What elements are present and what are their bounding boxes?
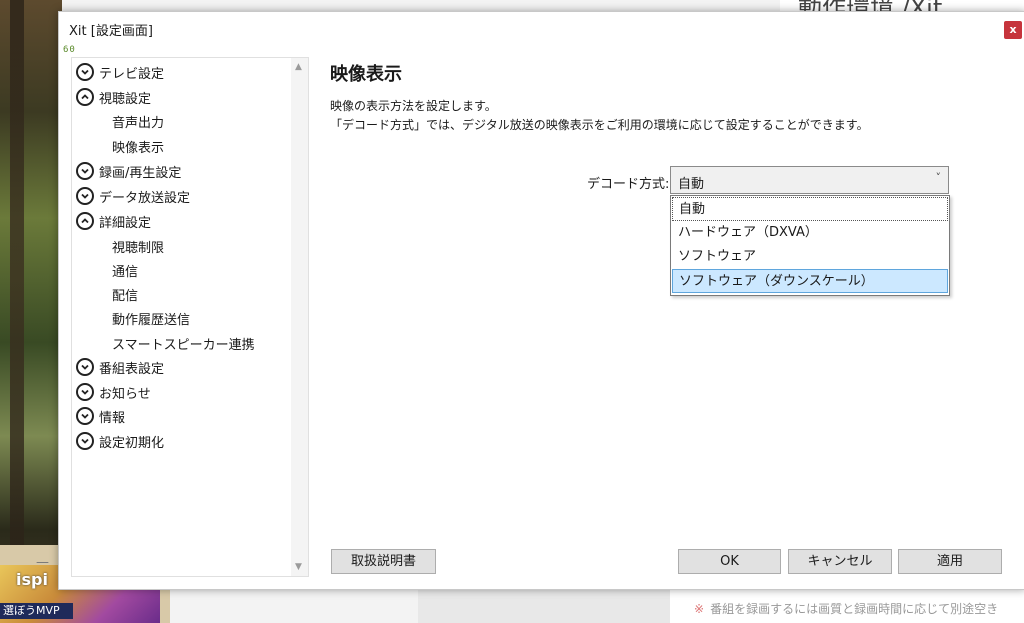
nav-item-notices[interactable]: お知らせ — [76, 381, 151, 403]
nav-sub-history-send[interactable]: 動作履歴送信 — [112, 309, 190, 328]
expand-chevron-down-icon[interactable] — [76, 383, 94, 401]
nav-item-info[interactable]: 情報 — [76, 405, 125, 427]
option-software-downscale[interactable]: ソフトウェア（ダウンスケール） — [672, 269, 948, 293]
option-auto[interactable]: 自動 — [672, 197, 948, 221]
background-note: ※ 番組を録画するには画質と録画時間に応じて別途空き — [694, 602, 999, 616]
nav-item-tv-settings[interactable]: テレビ設定 — [76, 61, 164, 83]
fps-counter: 60 — [63, 45, 76, 55]
scroll-down-arrow-icon[interactable]: ▼ — [295, 562, 302, 572]
nav-sub-smart-speaker[interactable]: スマートスピーカー連携 — [112, 334, 255, 353]
expand-chevron-down-icon[interactable] — [76, 63, 94, 81]
nav-item-record-playback[interactable]: 録画/再生設定 — [76, 160, 181, 182]
scroll-up-arrow-icon[interactable]: ▲ — [295, 62, 302, 72]
thumbnail-brand: ispi — [16, 570, 48, 589]
nav-sub-video-display[interactable]: 映像表示 — [112, 137, 164, 156]
manual-button[interactable]: 取扱説明書 — [331, 549, 436, 574]
settings-dialog: Xit [設定画面] x 60 テレビ設定 視聴設定 音声出力 映像表示 録画/… — [58, 11, 1024, 590]
expand-chevron-down-icon[interactable] — [76, 358, 94, 376]
decode-method-select[interactable]: 自動 ˅ — [670, 166, 949, 194]
description-line-1: 映像の表示方法を設定します。 — [330, 99, 497, 113]
nav-item-viewing-settings[interactable]: 視聴設定 — [76, 86, 151, 108]
expand-chevron-down-icon[interactable] — [76, 432, 94, 450]
close-button[interactable]: x — [1004, 21, 1022, 39]
settings-nav-tree: テレビ設定 視聴設定 音声出力 映像表示 録画/再生設定 データ放送設定 詳細設… — [71, 57, 309, 577]
expand-chevron-down-icon[interactable] — [76, 162, 94, 180]
background-photo — [0, 0, 62, 623]
nav-item-advanced[interactable]: 詳細設定 — [76, 210, 151, 232]
nav-scrollbar[interactable]: ▲ ▼ — [291, 58, 308, 576]
option-software[interactable]: ソフトウェア — [672, 245, 948, 269]
decode-method-value: 自動 — [678, 177, 705, 192]
nav-sub-parental[interactable]: 視聴制限 — [112, 237, 164, 256]
option-hardware-dxva[interactable]: ハードウェア（DXVA） — [672, 221, 948, 245]
nav-item-data-broadcast[interactable]: データ放送設定 — [76, 185, 190, 207]
collapse-chevron-up-icon[interactable] — [76, 88, 94, 106]
nav-sub-audio-output[interactable]: 音声出力 — [112, 112, 164, 131]
nav-item-epg[interactable]: 番組表設定 — [76, 356, 164, 378]
page-title: 映像表示 — [330, 64, 402, 85]
collapse-chevron-up-icon[interactable] — [76, 212, 94, 230]
background-dash: — — [36, 555, 49, 570]
decode-method-dropdown: 自動 ハードウェア（DXVA） ソフトウェア ソフトウェア（ダウンスケール） — [670, 195, 950, 296]
cancel-button[interactable]: キャンセル — [788, 549, 892, 574]
title-bar[interactable]: Xit [設定画面] x — [59, 12, 1024, 43]
thumbnail-caption: 選ぼうMVP — [0, 603, 73, 619]
expand-chevron-down-icon[interactable] — [76, 187, 94, 205]
nav-item-reset[interactable]: 設定初期化 — [76, 430, 164, 452]
apply-button[interactable]: 適用 — [898, 549, 1002, 574]
chevron-down-icon: ˅ — [935, 171, 942, 184]
window-title: Xit [設定画面] — [69, 24, 153, 39]
decode-method-label: デコード方式: — [587, 177, 670, 192]
ok-button[interactable]: OK — [678, 549, 781, 574]
expand-chevron-down-icon[interactable] — [76, 407, 94, 425]
description-line-2: 「デコード方式」では、デジタル放送の映像表示をご利用の環境に応じて設定することが… — [330, 118, 869, 132]
nav-sub-streaming[interactable]: 配信 — [112, 285, 138, 304]
nav-sub-network[interactable]: 通信 — [112, 261, 138, 280]
